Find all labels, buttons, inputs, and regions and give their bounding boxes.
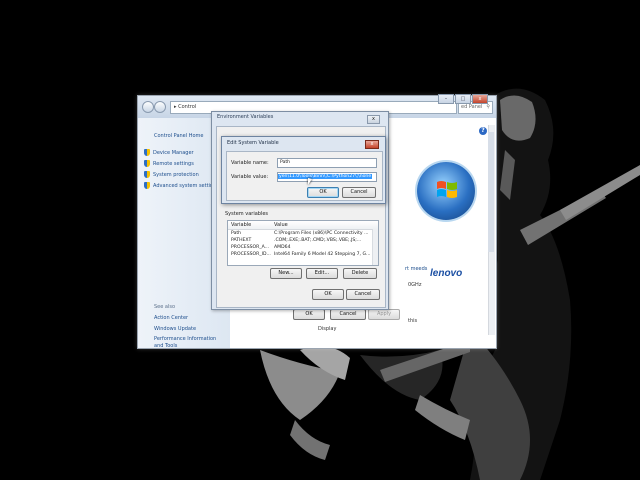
shield-icon — [144, 171, 150, 178]
shield-icon — [144, 160, 150, 167]
task-remote-settings[interactable]: Remote settings — [144, 160, 194, 167]
table-header: Variable Value — [228, 221, 378, 230]
close-button[interactable]: x — [472, 94, 488, 104]
row-variable: PROCESSOR_A... — [231, 245, 270, 250]
see-also-heading: See also — [154, 304, 176, 310]
this-text: this — [408, 318, 418, 324]
ghz-text: 0GHz — [408, 282, 422, 288]
variable-value-field[interactable]: yen\11.0\Tools\Binn\;C:\Python27\;\none — [277, 172, 377, 182]
forward-button[interactable] — [154, 101, 166, 113]
task-label: System protection — [153, 172, 199, 178]
table-row[interactable]: PROCESSOR_ID... Intel64 Family 6 Model 4… — [228, 252, 372, 259]
maximize-button[interactable]: □ — [455, 94, 471, 104]
column-variable[interactable]: Variable — [231, 221, 251, 229]
row-variable: PATHEXT — [231, 238, 252, 243]
action-center-link[interactable]: Action Center — [154, 315, 188, 321]
edit-variable-button[interactable]: Edit... — [306, 268, 338, 279]
lenovo-logo: lenovo — [430, 268, 463, 279]
mouse-cursor — [308, 178, 312, 185]
system-variables-label: System variables — [225, 211, 269, 217]
dialog-close-button[interactable]: x — [367, 115, 380, 124]
display-text: Display — [318, 326, 337, 332]
table-row[interactable]: Path C:\Program Files (x86)\PC Connectiv… — [228, 231, 372, 238]
folder-icon: ▸ — [174, 104, 177, 110]
variable-value-selection: yen\11.0\Tools\Binn\;C:\Python27\;\none — [278, 174, 373, 179]
scrollbar-thumb[interactable] — [488, 132, 494, 252]
task-label: Advanced system settings — [153, 183, 219, 189]
edit-ok-button[interactable]: OK — [307, 187, 339, 198]
shield-icon — [144, 182, 150, 189]
table-scrollbar[interactable] — [372, 229, 378, 265]
table-row[interactable]: PATHEXT .COM;.EXE;.BAT;.CMD;.VBS;.VBE;.J… — [228, 238, 372, 245]
system-variables-table[interactable]: Variable Value Path C:\Program Files (x8… — [227, 220, 379, 266]
edit-cancel-button[interactable]: Cancel — [342, 187, 376, 198]
variable-name-field[interactable]: Path — [277, 158, 377, 168]
windows-update-link[interactable]: Windows Update — [154, 326, 196, 332]
row-value: .COM;.EXE;.BAT;.CMD;.VBS;.VBE;.JS;... — [274, 238, 362, 243]
table-row[interactable]: PROCESSOR_A... AMD64 — [228, 245, 372, 252]
task-advanced-system-settings[interactable]: Advanced system settings — [144, 182, 219, 189]
variable-name-label: Variable name: — [231, 160, 269, 166]
delete-variable-button[interactable]: Delete — [343, 268, 377, 279]
search-text: ed Panel — [461, 104, 483, 110]
dialog-title: Edit System Variable — [227, 140, 279, 146]
control-panel-home-link[interactable]: Control Panel Home — [154, 133, 204, 139]
column-value[interactable]: Value — [274, 221, 288, 229]
back-button[interactable] — [142, 101, 154, 113]
new-variable-button[interactable]: New... — [270, 268, 302, 279]
variable-value-label: Variable value: — [231, 174, 269, 180]
env-cancel-button[interactable]: Cancel — [346, 289, 380, 300]
help-icon[interactable]: ? — [479, 127, 487, 135]
task-label: Remote settings — [153, 161, 194, 167]
edit-system-variable-dialog: Edit System Variable x Variable name: Pa… — [221, 136, 386, 204]
row-variable: Path — [231, 231, 242, 236]
window-controls: – □ x — [437, 94, 488, 104]
support-link-fragment[interactable]: rt meeds — [405, 266, 427, 272]
task-system-protection[interactable]: System protection — [144, 171, 199, 178]
dialog-close-button[interactable]: x — [365, 140, 379, 149]
address-text: Control — [178, 104, 197, 110]
windows-logo — [417, 162, 475, 220]
minimize-button[interactable]: – — [438, 94, 454, 104]
task-device-manager[interactable]: Device Manager — [144, 149, 194, 156]
shield-icon — [144, 149, 150, 156]
row-value: AMD64 — [274, 245, 291, 250]
env-ok-button[interactable]: OK — [312, 289, 344, 300]
system-properties-apply-button[interactable]: Apply — [368, 309, 400, 320]
task-label: Device Manager — [153, 150, 194, 156]
variable-name-value: Path — [280, 160, 291, 165]
row-value: C:\Program Files (x86)\PC Connectivity .… — [274, 231, 369, 236]
dialog-title: Environment Variables — [217, 114, 274, 120]
row-value: Intel64 Family 6 Model 42 Stepping 7, G.… — [274, 252, 371, 257]
performance-info-link[interactable]: Performance Information and Tools — [154, 336, 220, 350]
row-variable: PROCESSOR_ID... — [231, 252, 271, 257]
system-properties-cancel-button[interactable]: Cancel — [330, 309, 366, 320]
system-properties-ok-button[interactable]: OK — [293, 309, 325, 320]
windows-flag-icon — [437, 181, 457, 198]
